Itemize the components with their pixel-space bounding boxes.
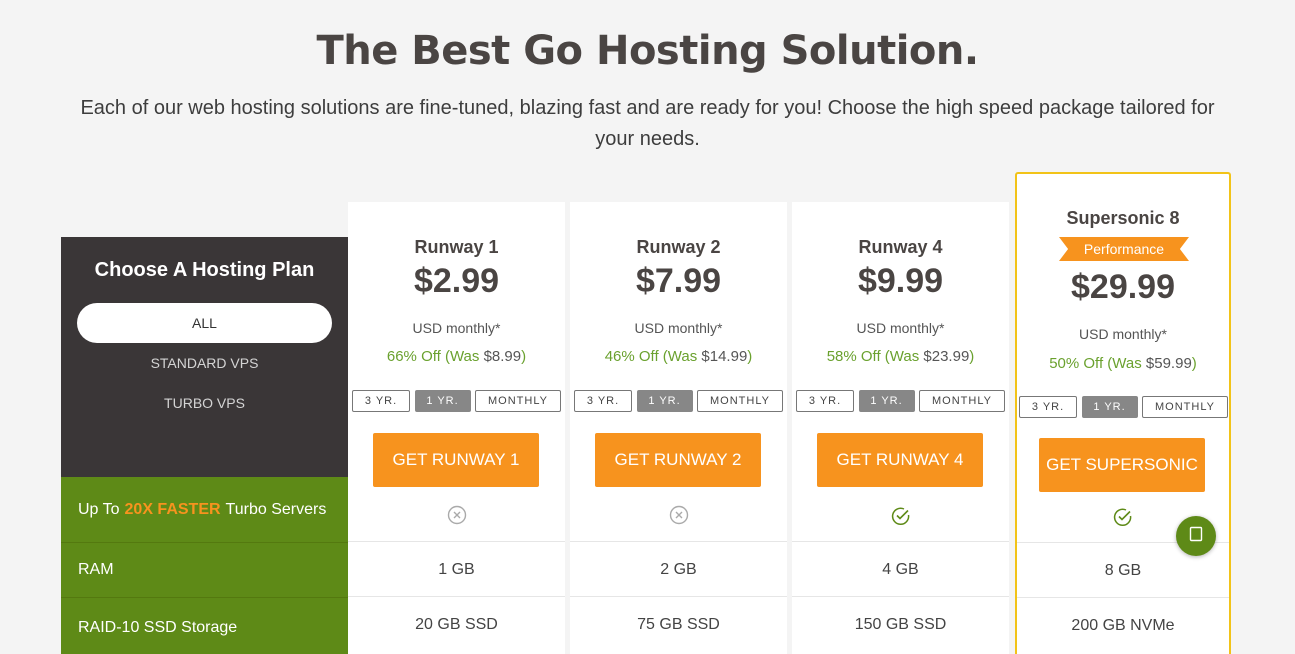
plan-discount-text: 50% Off (Was [1049, 355, 1146, 372]
plan-was-price: $23.99 [923, 348, 970, 365]
row-divider [570, 596, 787, 597]
performance-badge: Performance [1059, 237, 1189, 261]
row-divider [792, 596, 1009, 597]
term-monthly-button[interactable]: MONTHLY [475, 390, 561, 412]
filter-all-button[interactable]: ALL [77, 303, 332, 343]
term-monthly-button[interactable]: MONTHLY [1142, 396, 1228, 418]
plan-discount-text: 58% Off (Was [826, 348, 924, 365]
feature-label-ram: RAM [61, 542, 348, 597]
feature-turbo-highlight: 20X FASTER [124, 500, 221, 518]
term-3yr-button[interactable]: 3 YR. [352, 390, 410, 412]
term-1yr-button[interactable]: 1 YR. [858, 390, 915, 412]
plan-card-runway-1: Runway 1 $2.99 USD monthly* 66% Off (Was… [348, 202, 565, 654]
plan-discount: 46% Off (Was $14.99) [570, 348, 787, 365]
plan-price: $7.99 [635, 262, 722, 300]
plan-card-runway-4: Runway 4 $9.99 USD monthly* 58% Off (Was… [792, 202, 1009, 654]
plan-discount-close: ) [521, 348, 527, 365]
term-3yr-button[interactable]: 3 YR. [1019, 396, 1077, 418]
plan-was-price: $8.99 [483, 348, 522, 365]
row-divider [348, 596, 565, 597]
plan-was-price: $14.99 [701, 348, 748, 365]
page-subtitle: Each of our web hosting solutions are fi… [80, 97, 1215, 150]
term-1yr-button[interactable]: 1 YR. [1081, 396, 1138, 418]
row-divider [1017, 597, 1229, 598]
plan-discount-close: ) [747, 348, 753, 365]
feature-turbo-suffix: Turbo Servers [225, 500, 327, 518]
plan-filter-panel: Choose A Hosting Plan ALL STANDARD VPS T… [61, 237, 348, 477]
plan-name: Runway 4 [858, 237, 943, 257]
term-3yr-button[interactable]: 3 YR. [796, 390, 854, 412]
plan-storage-value: 20 GB SSD [415, 616, 498, 633]
term-selector: 3 YR. 1 YR. MONTHLY [796, 390, 1005, 412]
plan-period: USD monthly* [412, 320, 501, 336]
plan-ram-value: 4 GB [882, 561, 919, 578]
plan-price: $29.99 [1071, 268, 1175, 306]
feature-storage-label: RAID-10 SSD Storage [78, 618, 238, 636]
x-circle-icon [570, 505, 787, 525]
plan-period: USD monthly* [1079, 326, 1167, 342]
chat-icon [1189, 526, 1203, 547]
plan-discount-close: ) [1191, 355, 1197, 372]
feature-label-turbo: Up To 20X FASTER Turbo Servers [61, 477, 348, 542]
feature-turbo-prefix: Up To [78, 500, 120, 518]
row-divider [570, 541, 787, 542]
term-selector: 3 YR. 1 YR. MONTHLY [574, 390, 783, 412]
plan-ram-value: 1 GB [438, 561, 475, 578]
plan-storage-value: 150 GB SSD [854, 616, 947, 633]
plan-filter-heading: Choose A Hosting Plan [94, 259, 315, 281]
check-circle-icon [792, 506, 1009, 526]
get-runway-1-button[interactable]: GET RUNWAY 1 [373, 433, 539, 487]
feature-ram-label: RAM [78, 561, 114, 578]
plan-card-runway-2: Runway 2 $7.99 USD monthly* 46% Off (Was… [570, 202, 787, 654]
get-runway-4-button[interactable]: GET RUNWAY 4 [817, 433, 983, 487]
plan-discount: 50% Off (Was $59.99) [1017, 355, 1229, 372]
plan-ram-value: 2 GB [660, 561, 697, 578]
plan-discount-text: 66% Off (Was [386, 348, 484, 365]
plan-name: Supersonic 8 [1066, 208, 1180, 228]
plan-name: Runway 1 [414, 237, 499, 257]
filter-standard-vps-button[interactable]: STANDARD VPS [61, 355, 348, 371]
plan-price: $2.99 [413, 262, 500, 300]
plan-storage-value: 75 GB SSD [637, 616, 720, 633]
get-runway-2-button[interactable]: GET RUNWAY 2 [595, 433, 761, 487]
feature-label-storage: RAID-10 SSD Storage [61, 597, 348, 654]
plan-card-supersonic-8: Supersonic 8 Performance $29.99 USD mont… [1015, 172, 1231, 654]
term-3yr-button[interactable]: 3 YR. [574, 390, 632, 412]
plan-was-price: $59.99 [1145, 355, 1192, 372]
filter-turbo-vps-button[interactable]: TURBO VPS [61, 395, 348, 411]
plan-storage-value: 200 GB NVMe [1071, 617, 1175, 634]
term-monthly-button[interactable]: MONTHLY [697, 390, 783, 412]
term-1yr-button[interactable]: 1 YR. [414, 390, 471, 412]
term-selector: 3 YR. 1 YR. MONTHLY [1019, 396, 1228, 418]
plan-ram-value: 8 GB [1104, 562, 1142, 579]
x-circle-icon [348, 505, 565, 525]
row-divider [348, 541, 565, 542]
plan-discount-text: 46% Off (Was [604, 348, 702, 365]
plan-name: Runway 2 [636, 237, 721, 257]
plan-discount: 58% Off (Was $23.99) [792, 348, 1009, 365]
term-selector: 3 YR. 1 YR. MONTHLY [352, 390, 561, 412]
term-monthly-button[interactable]: MONTHLY [919, 390, 1005, 412]
plan-price: $9.99 [857, 262, 944, 300]
plan-period: USD monthly* [634, 320, 723, 336]
page-title: The Best Go Hosting Solution. [316, 28, 979, 74]
get-supersonic-button[interactable]: GET SUPERSONIC [1039, 438, 1205, 492]
row-divider [792, 541, 1009, 542]
term-1yr-button[interactable]: 1 YR. [636, 390, 693, 412]
plan-discount: 66% Off (Was $8.99) [348, 348, 565, 365]
plan-discount-close: ) [969, 348, 975, 365]
plan-period: USD monthly* [856, 320, 945, 336]
chat-button[interactable] [1176, 516, 1216, 556]
